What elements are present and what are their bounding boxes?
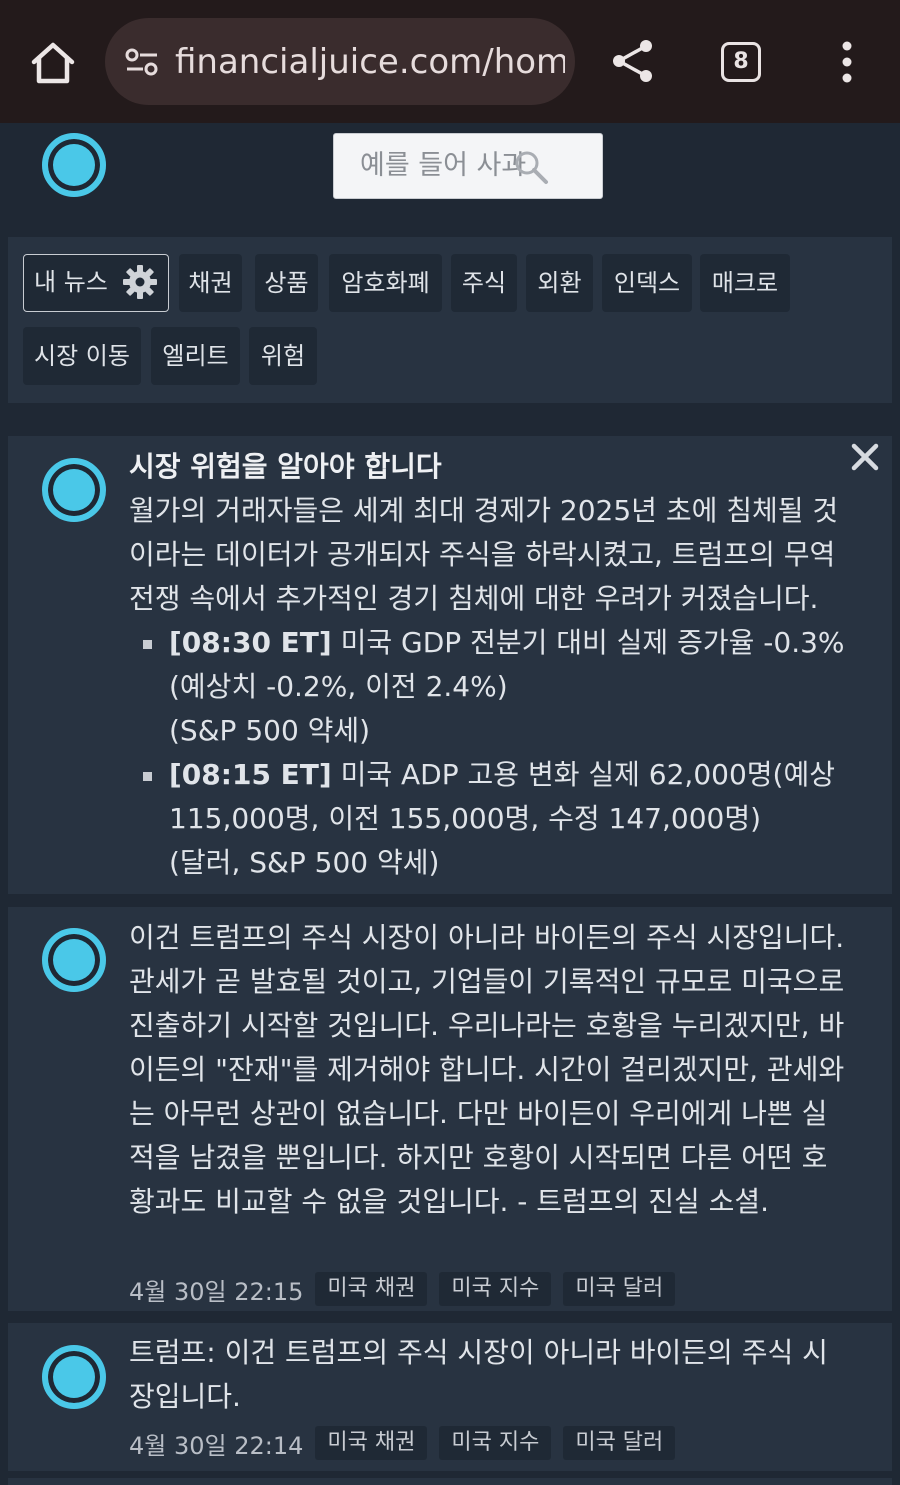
tab-stocks[interactable]: 주식: [451, 254, 517, 312]
tag-us-dollar[interactable]: 미국 달러: [563, 1426, 676, 1460]
home-icon[interactable]: [28, 38, 78, 88]
browser-toolbar: financialjuice.com/home 8: [0, 0, 900, 123]
tab-my-news[interactable]: 내 뉴스: [23, 254, 169, 312]
url-text[interactable]: financialjuice.com/home: [175, 40, 565, 84]
address-bar[interactable]: financialjuice.com/home: [105, 18, 575, 105]
news-card-featured[interactable]: 시장 위험을 알아야 합니다 월가의 거래자들은 세계 최대 경제가 2025년…: [8, 436, 892, 894]
site-settings-icon[interactable]: [123, 46, 161, 78]
more-menu-icon[interactable]: [835, 40, 859, 84]
event-note: (달러, S&P 500 약세): [169, 846, 440, 879]
tab-market-moving[interactable]: 시장 이동: [23, 327, 141, 385]
tab-crypto[interactable]: 암호화폐: [329, 254, 442, 312]
tab-risk[interactable]: 위험: [249, 327, 317, 385]
news-text: 이건 트럼프의 주식 시장이 아니라 바이든의 주식 시장입니다. 관세가 곧 …: [129, 921, 845, 1218]
news-text: 트럼프: 이건 트럼프의 주식 시장이 아니라 바이든의 주식 시장입니다.: [129, 1336, 828, 1413]
tag-us-indices[interactable]: 미국 지수: [439, 1272, 552, 1306]
search-input[interactable]: 예를 들어 사과: [333, 133, 603, 199]
category-bar: 내 뉴스 채권 상품 암호화폐 주식 외환 인덱스 매크로 시장 이동 엘리트 …: [8, 237, 892, 403]
news-logo: [42, 1345, 106, 1409]
tab-forex[interactable]: 외환: [526, 254, 593, 312]
tab-indices[interactable]: 인덱스: [602, 254, 692, 312]
news-logo: [42, 458, 106, 522]
share-icon[interactable]: [610, 38, 656, 84]
news-card[interactable]: 트럼프: 이건 트럼프의 주식 시장이 아니라 바이든의 주식 시장입니다. 4…: [8, 1323, 892, 1471]
news-summary: 월가의 거래자들은 세계 최대 경제가 2025년 초에 침체될 것이라는 데이…: [129, 494, 839, 615]
tab-my-news-label: 내 뉴스: [34, 268, 108, 296]
tab-elite[interactable]: 엘리트: [151, 327, 240, 385]
news-logo: [42, 928, 106, 992]
tag-us-indices[interactable]: 미국 지수: [439, 1426, 552, 1460]
tab-switcher-button[interactable]: 8: [721, 42, 761, 82]
news-card: [8, 1478, 892, 1485]
event-time: [08:30 ET]: [169, 626, 332, 659]
tab-macro[interactable]: 매크로: [700, 254, 790, 312]
tab-commodities[interactable]: 상품: [255, 254, 318, 312]
event-time: [08:15 ET]: [169, 758, 332, 791]
news-meta: 4월 30일 22:14 미국 채권 미국 지수 미국 달러: [129, 1425, 676, 1461]
site-header: 예를 들어 사과: [0, 123, 900, 216]
tag-us-bonds[interactable]: 미국 채권: [315, 1272, 428, 1306]
timestamp: 4월 30일 22:14: [129, 1431, 304, 1460]
search-icon[interactable]: [512, 148, 550, 186]
search-placeholder: 예를 들어 사과: [360, 150, 527, 181]
site-logo[interactable]: [42, 133, 106, 197]
list-item: [08:30 ET] 미국 GDP 전분기 대비 실제 증가율 -0.3% (예…: [129, 621, 849, 753]
close-icon[interactable]: [850, 442, 880, 472]
news-card[interactable]: 이건 트럼프의 주식 시장이 아니라 바이든의 주식 시장입니다. 관세가 곧 …: [8, 907, 892, 1311]
news-meta: 4월 30일 22:15 미국 채권 미국 지수 미국 달러: [129, 1271, 676, 1307]
news-headline: 시장 위험을 알아야 합니다: [129, 450, 442, 483]
news-bullets: [08:30 ET] 미국 GDP 전분기 대비 실제 증가율 -0.3% (예…: [129, 621, 849, 885]
gear-icon[interactable]: [122, 264, 158, 300]
list-item: [08:15 ET] 미국 ADP 고용 변화 실제 62,000명(예상 11…: [129, 753, 849, 885]
tag-us-dollar[interactable]: 미국 달러: [563, 1272, 676, 1306]
timestamp: 4월 30일 22:15: [129, 1277, 304, 1306]
tab-bonds[interactable]: 채권: [179, 254, 242, 312]
event-note: (S&P 500 약세): [169, 714, 371, 747]
news-body: 시장 위험을 알아야 합니다 월가의 거래자들은 세계 최대 경제가 2025년…: [129, 445, 849, 885]
tag-us-bonds[interactable]: 미국 채권: [315, 1426, 428, 1460]
